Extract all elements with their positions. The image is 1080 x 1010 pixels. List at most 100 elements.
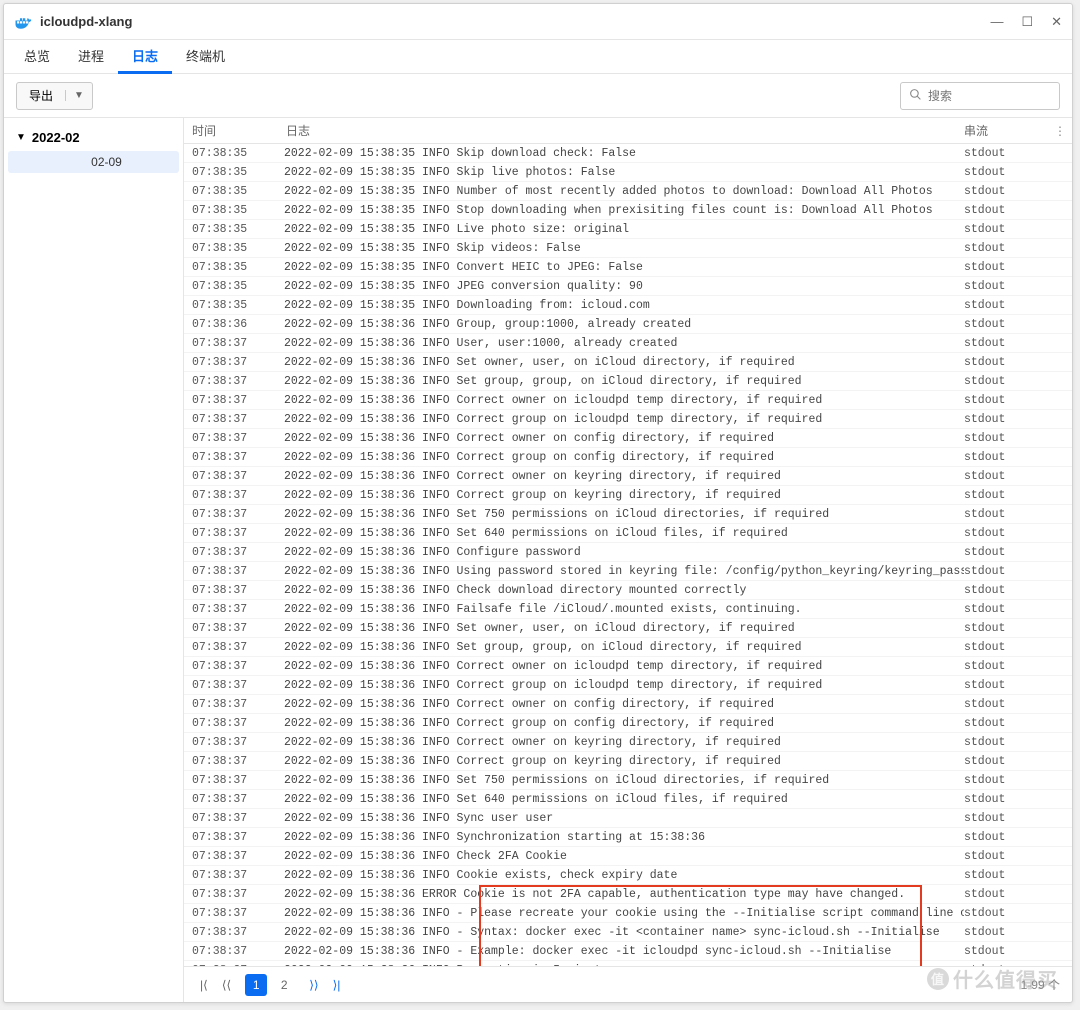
cell-stream: stdout	[964, 964, 1072, 967]
table-row[interactable]: 07:38:372022-02-09 15:38:36 INFO Correct…	[184, 752, 1072, 771]
table-row[interactable]: 07:38:372022-02-09 15:38:36 INFO Set gro…	[184, 372, 1072, 391]
app-window: icloudpd-xlang — ☐ ✕ 总览进程日志终端机 导出 ▼ ▼ 20…	[3, 3, 1073, 1003]
cell-stream: stdout	[964, 546, 1072, 559]
prev-page-button[interactable]: ⟨⟨	[218, 976, 235, 994]
table-row[interactable]: 07:38:372022-02-09 15:38:36 INFO Restart…	[184, 961, 1072, 966]
table-row[interactable]: 07:38:372022-02-09 15:38:36 INFO Set own…	[184, 619, 1072, 638]
log-panel: 时间 日志 串流 ⋮ 07:38:352022-02-09 15:38:35 I…	[184, 118, 1072, 1002]
table-row[interactable]: 07:38:372022-02-09 15:38:36 INFO Set 750…	[184, 505, 1072, 524]
table-row[interactable]: 07:38:372022-02-09 15:38:36 INFO Correct…	[184, 410, 1072, 429]
cell-stream: stdout	[964, 926, 1072, 939]
error-highlight: 07:38:372022-02-09 15:38:36 ERROR Cookie…	[184, 885, 1072, 966]
table-row[interactable]: 07:38:372022-02-09 15:38:36 INFO - Synta…	[184, 923, 1072, 942]
page-1[interactable]: 1	[245, 974, 267, 996]
cell-stream: stdout	[964, 679, 1072, 692]
cell-time: 07:38:37	[184, 831, 284, 844]
col-stream-header[interactable]: 串流	[964, 122, 1048, 139]
table-row[interactable]: 07:38:372022-02-09 15:38:36 INFO Correct…	[184, 714, 1072, 733]
chevron-down-icon[interactable]: ▼	[65, 90, 92, 101]
table-row[interactable]: 07:38:372022-02-09 15:38:36 INFO Correct…	[184, 676, 1072, 695]
table-row[interactable]: 07:38:372022-02-09 15:38:36 ERROR Cookie…	[184, 885, 1072, 904]
tab-进程[interactable]: 进程	[64, 40, 118, 74]
log-rows[interactable]: 07:38:352022-02-09 15:38:35 INFO Skip do…	[184, 144, 1072, 966]
tab-总览[interactable]: 总览	[10, 40, 64, 74]
table-row[interactable]: 07:38:362022-02-09 15:38:36 INFO Group, …	[184, 315, 1072, 334]
table-row[interactable]: 07:38:372022-02-09 15:38:36 INFO Failsaf…	[184, 600, 1072, 619]
col-log-header[interactable]: 日志	[284, 122, 964, 139]
next-page-button[interactable]: ⟩⟩	[305, 976, 322, 994]
table-row[interactable]: 07:38:372022-02-09 15:38:36 INFO Correct…	[184, 391, 1072, 410]
cell-stream: stdout	[964, 660, 1072, 673]
cell-stream: stdout	[964, 470, 1072, 483]
table-row[interactable]: 07:38:352022-02-09 15:38:35 INFO JPEG co…	[184, 277, 1072, 296]
first-page-button[interactable]: |⟨	[196, 976, 212, 994]
table-row[interactable]: 07:38:352022-02-09 15:38:35 INFO Convert…	[184, 258, 1072, 277]
col-time-header[interactable]: 时间	[184, 122, 284, 139]
table-row[interactable]: 07:38:372022-02-09 15:38:36 INFO Synchro…	[184, 828, 1072, 847]
table-row[interactable]: 07:38:352022-02-09 15:38:35 INFO Skip li…	[184, 163, 1072, 182]
tab-日志[interactable]: 日志	[118, 40, 172, 74]
table-row[interactable]: 07:38:372022-02-09 15:38:36 INFO Correct…	[184, 448, 1072, 467]
cell-time: 07:38:37	[184, 660, 284, 673]
table-row[interactable]: 07:38:372022-02-09 15:38:36 INFO Set 750…	[184, 771, 1072, 790]
close-button[interactable]: ✕	[1051, 14, 1062, 30]
search-input[interactable]	[928, 89, 1048, 103]
search-box[interactable]	[900, 82, 1060, 110]
table-row[interactable]: 07:38:372022-02-09 15:38:36 INFO Set 640…	[184, 790, 1072, 809]
minimize-button[interactable]: —	[990, 14, 1003, 30]
last-page-button[interactable]: ⟩|	[329, 976, 345, 994]
table-row[interactable]: 07:38:352022-02-09 15:38:35 INFO Live ph…	[184, 220, 1072, 239]
cell-time: 07:38:35	[184, 261, 284, 274]
table-row[interactable]: 07:38:352022-02-09 15:38:35 INFO Number …	[184, 182, 1072, 201]
table-row[interactable]: 07:38:372022-02-09 15:38:36 INFO Check 2…	[184, 847, 1072, 866]
table-row[interactable]: 07:38:372022-02-09 15:38:36 INFO Set gro…	[184, 638, 1072, 657]
table-row[interactable]: 07:38:372022-02-09 15:38:36 INFO Correct…	[184, 486, 1072, 505]
row-count-label: 1-99 个	[1021, 976, 1060, 993]
cell-time: 07:38:37	[184, 926, 284, 939]
table-row[interactable]: 07:38:372022-02-09 15:38:36 INFO Check d…	[184, 581, 1072, 600]
table-row[interactable]: 07:38:372022-02-09 15:38:36 INFO Configu…	[184, 543, 1072, 562]
cell-log: 2022-02-09 15:38:36 INFO Set 640 permiss…	[284, 527, 964, 540]
window-title: icloudpd-xlang	[40, 14, 132, 29]
cell-log: 2022-02-09 15:38:36 INFO Set group, grou…	[284, 375, 964, 388]
tab-终端机[interactable]: 终端机	[172, 40, 239, 74]
cell-stream: stdout	[964, 185, 1072, 198]
cell-stream: stdout	[964, 565, 1072, 578]
export-button[interactable]: 导出 ▼	[16, 82, 93, 110]
cell-stream: stdout	[964, 812, 1072, 825]
table-row[interactable]: 07:38:372022-02-09 15:38:36 INFO Correct…	[184, 657, 1072, 676]
table-row[interactable]: 07:38:372022-02-09 15:38:36 INFO - Examp…	[184, 942, 1072, 961]
cell-time: 07:38:35	[184, 280, 284, 293]
date-tree: ▼ 2022-02 02-09	[4, 118, 184, 1002]
table-row[interactable]: 07:38:352022-02-09 15:38:35 INFO Skip do…	[184, 144, 1072, 163]
table-row[interactable]: 07:38:352022-02-09 15:38:35 INFO Stop do…	[184, 201, 1072, 220]
tree-day-node[interactable]: 02-09	[8, 151, 179, 173]
cell-log: 2022-02-09 15:38:36 INFO Correct group o…	[284, 717, 964, 730]
table-row[interactable]: 07:38:372022-02-09 15:38:36 INFO Cookie …	[184, 866, 1072, 885]
table-row[interactable]: 07:38:372022-02-09 15:38:36 INFO User, u…	[184, 334, 1072, 353]
cell-log: 2022-02-09 15:38:36 INFO Cookie exists, …	[284, 869, 964, 882]
table-row[interactable]: 07:38:372022-02-09 15:38:36 INFO Using p…	[184, 562, 1072, 581]
cell-log: 2022-02-09 15:38:36 INFO Check 2FA Cooki…	[284, 850, 964, 863]
cell-log: 2022-02-09 15:38:35 INFO Skip live photo…	[284, 166, 964, 179]
table-row[interactable]: 07:38:352022-02-09 15:38:35 INFO Downloa…	[184, 296, 1072, 315]
column-menu-icon[interactable]: ⋮	[1048, 124, 1072, 138]
tree-year-node[interactable]: ▼ 2022-02	[4, 126, 183, 149]
table-row[interactable]: 07:38:372022-02-09 15:38:36 INFO - Pleas…	[184, 904, 1072, 923]
cell-log: 2022-02-09 15:38:36 INFO Correct owner o…	[284, 432, 964, 445]
cell-stream: stdout	[964, 299, 1072, 312]
table-row[interactable]: 07:38:372022-02-09 15:38:36 INFO Set 640…	[184, 524, 1072, 543]
cell-log: 2022-02-09 15:38:35 INFO Skip videos: Fa…	[284, 242, 964, 255]
table-row[interactable]: 07:38:372022-02-09 15:38:36 INFO Sync us…	[184, 809, 1072, 828]
cell-time: 07:38:35	[184, 185, 284, 198]
cell-log: 2022-02-09 15:38:36 INFO Correct owner o…	[284, 698, 964, 711]
page-2[interactable]: 2	[273, 974, 295, 996]
maximize-button[interactable]: ☐	[1021, 14, 1033, 30]
table-row[interactable]: 07:38:352022-02-09 15:38:35 INFO Skip vi…	[184, 239, 1072, 258]
table-row[interactable]: 07:38:372022-02-09 15:38:36 INFO Correct…	[184, 467, 1072, 486]
table-row[interactable]: 07:38:372022-02-09 15:38:36 INFO Correct…	[184, 429, 1072, 448]
table-row[interactable]: 07:38:372022-02-09 15:38:36 INFO Set own…	[184, 353, 1072, 372]
table-row[interactable]: 07:38:372022-02-09 15:38:36 INFO Correct…	[184, 733, 1072, 752]
cell-time: 07:38:36	[184, 318, 284, 331]
table-row[interactable]: 07:38:372022-02-09 15:38:36 INFO Correct…	[184, 695, 1072, 714]
